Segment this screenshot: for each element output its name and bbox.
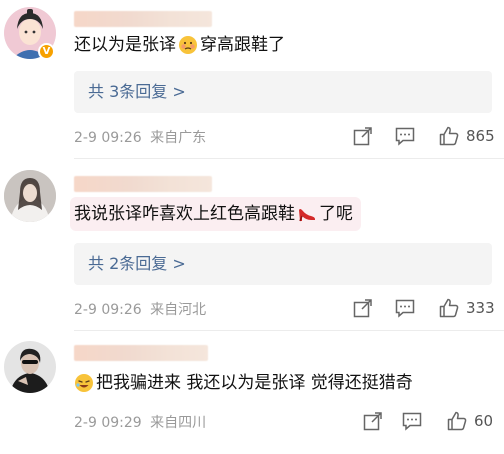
comment-text-after: 穿高跟鞋了 bbox=[200, 35, 285, 55]
username-blurred[interactable] bbox=[74, 345, 208, 361]
comment-text-before: 我说张译咋喜欢上红色高跟鞋 bbox=[74, 204, 295, 224]
laughing-face-emoji-icon bbox=[74, 371, 94, 392]
comment-meta: 2-9 09:29 来自四川 bbox=[74, 412, 206, 432]
comment-text-after: 把我骗进来 我还以为是张译 觉得还挺猎奇 bbox=[96, 373, 413, 393]
share-icon[interactable] bbox=[362, 410, 384, 432]
high-heel-emoji-icon bbox=[297, 202, 317, 222]
comment-date: 2-9 09:26 bbox=[74, 302, 142, 318]
verified-badge: V bbox=[38, 43, 55, 60]
view-replies-link[interactable]: 共 2条回复 > bbox=[88, 243, 186, 285]
like-count: 60 bbox=[474, 412, 494, 430]
view-replies-link[interactable]: 共 3条回复 > bbox=[88, 71, 186, 113]
comment-date: 2-9 09:29 bbox=[74, 415, 142, 431]
comment-text-after: 了呢 bbox=[319, 204, 353, 224]
replies-box[interactable]: 共 3条回复 > bbox=[74, 71, 492, 113]
flushed-face-emoji-icon bbox=[178, 33, 198, 54]
divider bbox=[74, 330, 504, 331]
comment-date: 2-9 09:26 bbox=[74, 130, 142, 146]
comment-text: 把我骗进来 我还以为是张译 觉得还挺猎奇 bbox=[74, 366, 413, 400]
comment-item: 我说张译咋喜欢上红色高跟鞋 了呢 共 2条回复 > 2-9 09:26 来自河北… bbox=[0, 160, 504, 331]
comment-location: 来自河北 bbox=[150, 302, 207, 318]
like-count: 865 bbox=[466, 127, 495, 145]
replies-box[interactable]: 共 2条回复 > bbox=[74, 243, 492, 285]
comment-location: 来自四川 bbox=[150, 415, 207, 431]
comment-actions: 333 bbox=[350, 297, 500, 319]
comment-item: 把我骗进来 我还以为是张译 觉得还挺猎奇 2-9 09:29 来自四川 60 bbox=[0, 332, 504, 454]
share-icon[interactable] bbox=[352, 125, 374, 147]
comment-actions: 60 bbox=[350, 410, 500, 432]
comment-text: 我说张译咋喜欢上红色高跟鞋 了呢 bbox=[70, 197, 361, 231]
like-icon[interactable] bbox=[438, 125, 460, 147]
avatar[interactable] bbox=[4, 170, 56, 222]
divider bbox=[74, 158, 504, 159]
comment-text-before: 还以为是张译 bbox=[74, 35, 176, 55]
username-blurred[interactable] bbox=[74, 11, 212, 27]
comment-meta: 2-9 09:26 来自广东 bbox=[74, 127, 206, 147]
avatar[interactable] bbox=[4, 341, 56, 393]
comment-meta: 2-9 09:26 来自河北 bbox=[74, 299, 206, 319]
username-blurred[interactable] bbox=[74, 176, 212, 192]
comment-item: V 还以为是张译 穿高跟鞋了 共 3条回复 > 2-9 09:26 来自广东 8… bbox=[0, 0, 504, 160]
like-count: 333 bbox=[466, 299, 495, 317]
comment-icon[interactable] bbox=[394, 125, 416, 147]
share-icon[interactable] bbox=[352, 297, 374, 319]
comment-icon[interactable] bbox=[394, 297, 416, 319]
comment-location: 来自广东 bbox=[150, 130, 207, 146]
comment-actions: 865 bbox=[350, 125, 500, 147]
comment-text: 还以为是张译 穿高跟鞋了 bbox=[74, 28, 285, 62]
like-icon[interactable] bbox=[438, 297, 460, 319]
like-icon[interactable] bbox=[446, 410, 468, 432]
comment-icon[interactable] bbox=[401, 410, 423, 432]
